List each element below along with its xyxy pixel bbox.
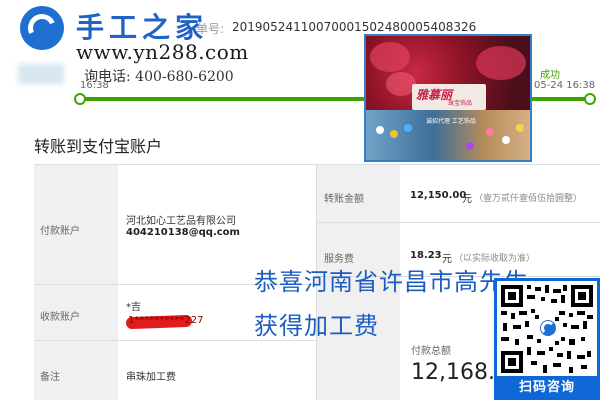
status-success: 成功 [540,70,560,81]
qr-label[interactable]: 扫码咨询 [494,376,600,400]
ad-brand: 雅慕丽 [416,88,453,102]
table-divider [316,222,600,223]
amount-unit: 元 [462,194,472,205]
payer-company: 河北如心工艺品有限公司 [126,216,236,227]
progress-dot-start [74,93,86,105]
payer-label: 付款账户 [40,226,80,237]
amount-words: （壹万贰仟壹佰伍拾圆整） [474,194,583,204]
qr-logo-swirl-icon [541,321,555,335]
fee-value: 18.23 [410,250,442,261]
ad-sub: 珠宝饰品 [448,100,473,107]
serial-prefix: 单号: [196,22,225,36]
blurred-region [18,64,64,84]
time-left: 16:38 [80,80,109,91]
progress-dot-end [584,93,596,105]
payee-name: *吉 [126,302,141,313]
time-right: 05-24 16:38 [534,80,596,91]
amount-value: 12,150.00 [410,190,467,201]
logo-url[interactable]: www.yn288.com [76,40,249,64]
payer-account: 404210138@qq.com [126,227,240,238]
congrats-line-1: 恭喜河南省许昌市高先生 [254,268,529,296]
ad-banner[interactable]: 雅慕丽 珠宝饰品 诚招代理 工艺饰品 [364,34,532,162]
section-title: 转账到支付宝账户 [34,137,163,156]
total-label: 付款总额 [411,346,451,357]
remark-value: 串珠加工费 [126,372,176,383]
congrats-line-2: 获得加工费 [254,312,379,340]
payee-account: 1**********227 [128,315,204,326]
ad-caption: 诚招代理 工艺饰品 [426,118,476,125]
amount-label: 转账金额 [324,194,364,205]
payee-label: 收款账户 [40,312,80,323]
remark-label: 备注 [40,372,60,383]
table-label-column [34,164,118,400]
serial-number: 20190524110070001502480005408326 [232,20,477,34]
table-divider [34,164,600,165]
